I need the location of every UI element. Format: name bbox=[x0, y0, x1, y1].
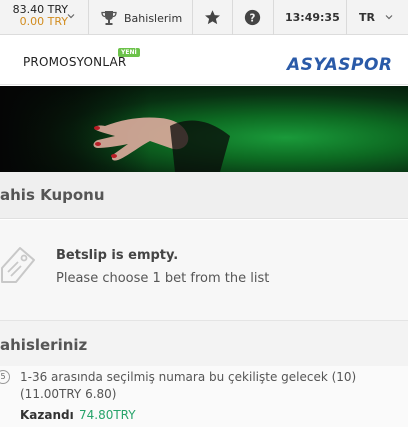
betslip-empty-subtitle: Please choose 1 bet from the list bbox=[56, 271, 270, 286]
chevron-down-icon[interactable] bbox=[385, 13, 393, 21]
top-bar: 83.40 TRY 0.00 TRY Bahislerim ? 13:49:35… bbox=[0, 0, 408, 35]
bet-description: 1-36 arasında seçilmiş numara bu çekiliş… bbox=[20, 370, 357, 384]
bet-description-block: 1-36 arasında seçilmiş numara bu çekiliş… bbox=[20, 369, 404, 403]
bet-number-badge: 5 bbox=[0, 370, 10, 384]
bet-odds: (11.00TRY 6.80) bbox=[20, 387, 117, 401]
chevron-down-icon[interactable] bbox=[67, 12, 75, 20]
svg-text:?: ? bbox=[250, 13, 256, 24]
my-bets-button[interactable]: Bahislerim bbox=[100, 9, 182, 27]
new-badge: YENİ bbox=[118, 48, 140, 57]
bet-status: Kazandı bbox=[20, 408, 74, 422]
list-item[interactable]: 5 1-36 arasında seçilmiş numara bu çekil… bbox=[0, 366, 408, 427]
language-selector[interactable]: TR bbox=[359, 11, 375, 24]
divider bbox=[232, 0, 233, 35]
main-nav: PROMOSYONLAR YENİ ASYASPOR bbox=[0, 36, 408, 85]
divider bbox=[346, 0, 347, 35]
tag-icon bbox=[1, 247, 35, 283]
clock: 13:49:35 bbox=[285, 11, 340, 24]
balance-display[interactable]: 83.40 TRY 0.00 TRY bbox=[0, 4, 68, 28]
bet-win-amount: 74.80TRY bbox=[79, 408, 136, 422]
my-bets-header[interactable]: ahisleriniz bbox=[0, 320, 408, 366]
divider bbox=[273, 0, 274, 35]
promo-banner[interactable] bbox=[0, 86, 408, 172]
banner-hand-image bbox=[93, 117, 230, 172]
divider bbox=[88, 0, 89, 35]
my-bets-title: ahisleriniz bbox=[0, 336, 88, 354]
help-icon[interactable]: ? bbox=[244, 9, 261, 26]
trophy-icon bbox=[101, 11, 117, 25]
betslip-empty-state: Betslip is empty. Please choose 1 bet fr… bbox=[0, 220, 408, 320]
betslip-empty-title: Betslip is empty. bbox=[56, 248, 179, 263]
divider bbox=[192, 0, 193, 35]
my-bets-label: Bahislerim bbox=[124, 11, 183, 25]
betslip-title: ahis Kuponu bbox=[0, 186, 105, 204]
star-icon[interactable] bbox=[204, 9, 221, 26]
promotions-link[interactable]: PROMOSYONLAR bbox=[23, 55, 126, 69]
brand-logo[interactable]: ASYASPOR bbox=[287, 55, 393, 75]
betslip-header[interactable]: ahis Kuponu bbox=[0, 172, 408, 219]
balance-bonus: 0.00 TRY bbox=[19, 15, 68, 28]
